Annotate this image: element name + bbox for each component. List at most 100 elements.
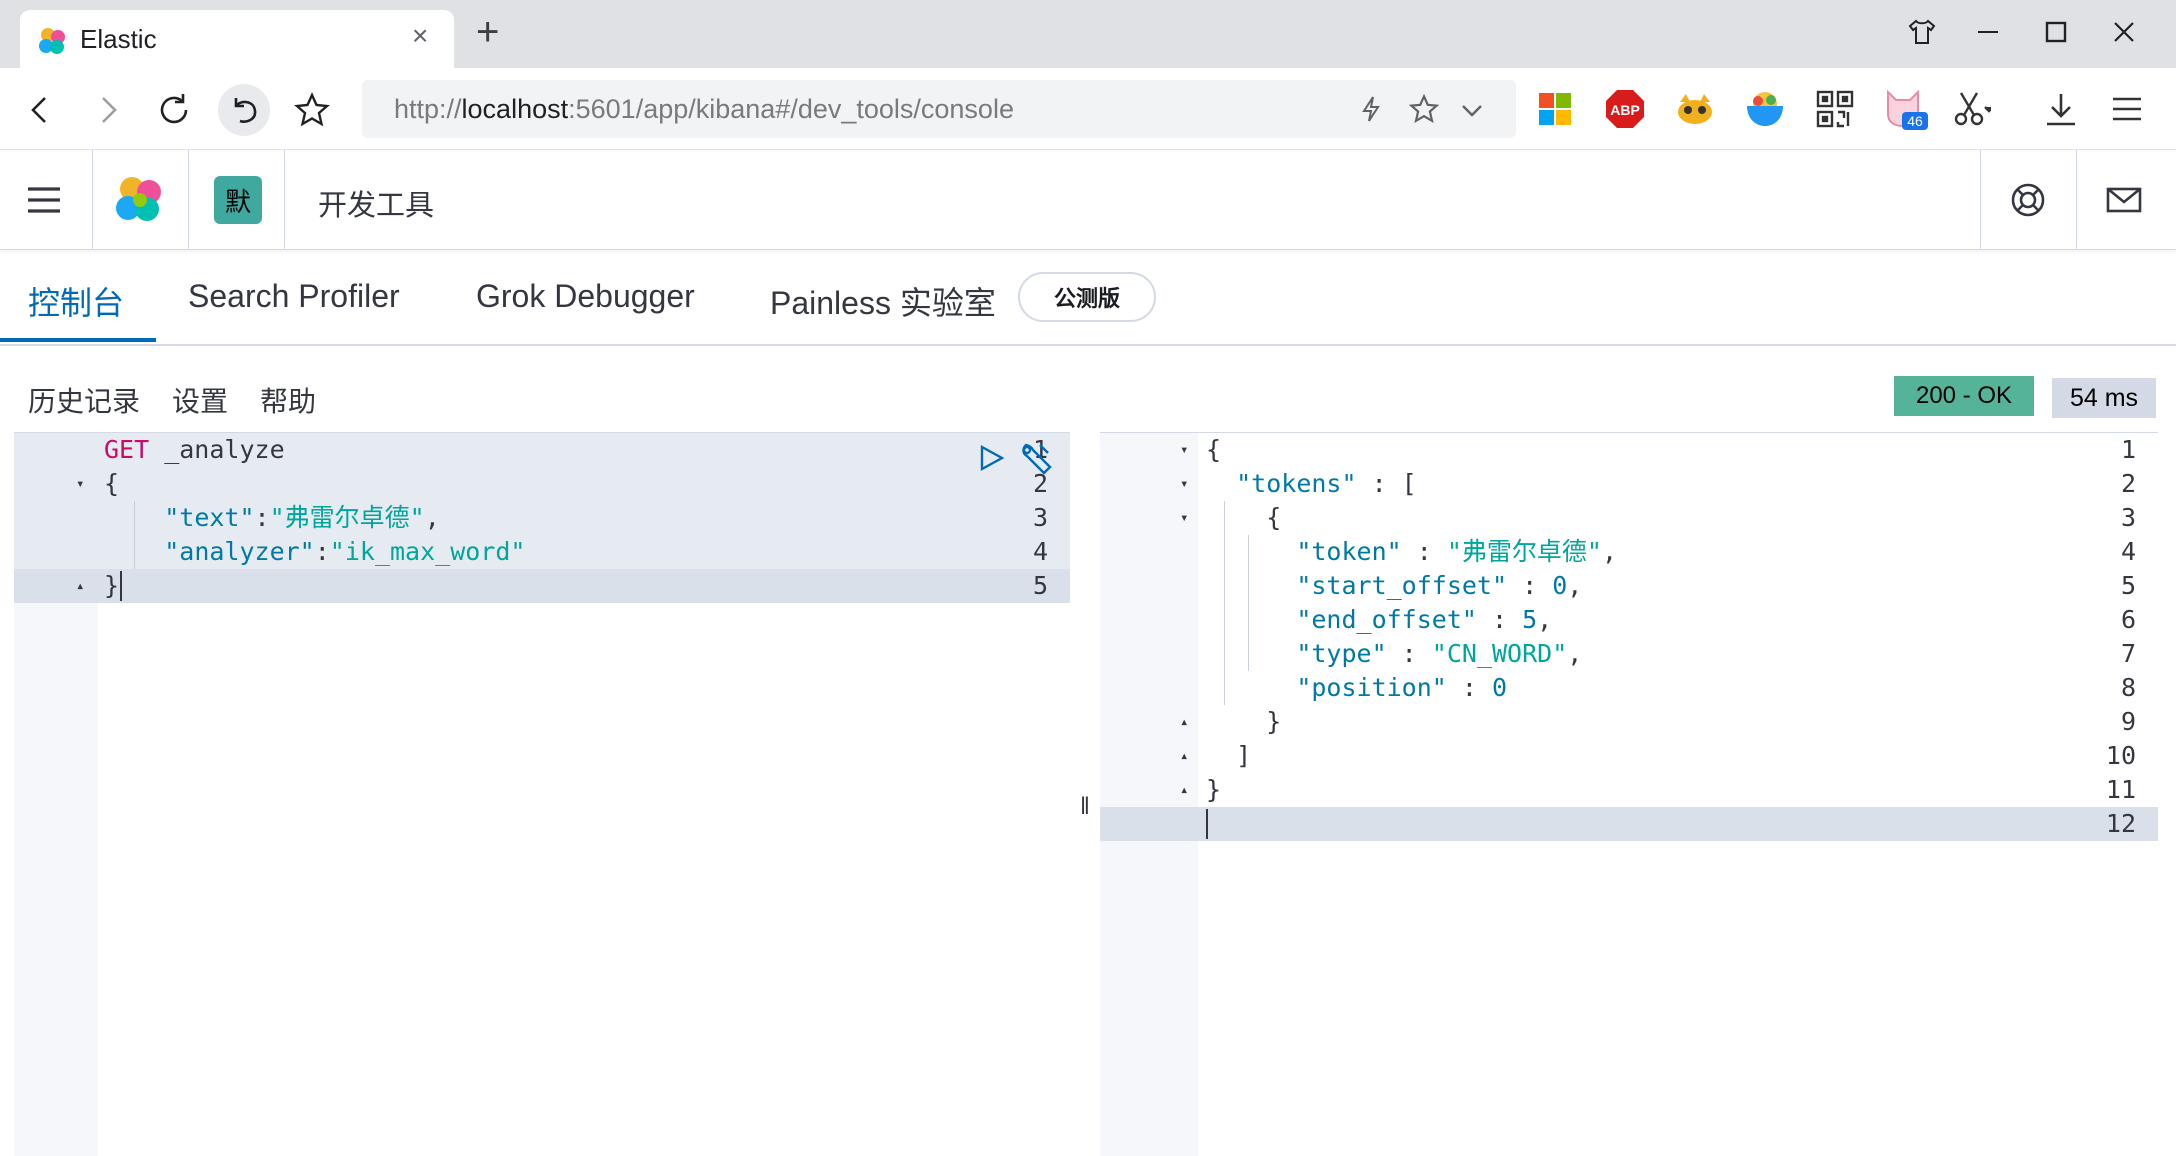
mail-icon[interactable] (2104, 180, 2144, 220)
code-token: 0 (1552, 571, 1568, 600)
code-line[interactable]: 10 ▴ ] (1100, 739, 2158, 773)
hamburger-menu-icon[interactable] (24, 180, 64, 220)
tampermonkey-icon[interactable] (1672, 86, 1718, 132)
history-menu-item[interactable]: 历史记录 (28, 380, 140, 420)
address-bar[interactable]: http://localhost:5601/app/kibana#/dev_to… (362, 80, 1516, 138)
code-token: "text" (164, 503, 255, 532)
code-line[interactable]: 3 ▾ { (1100, 501, 2158, 535)
fold-toggle-icon[interactable]: ▾ (76, 467, 84, 501)
tab-console[interactable]: 控制台 (28, 278, 124, 324)
play-icon[interactable] (976, 443, 1006, 473)
help-icon[interactable] (2008, 180, 2048, 220)
cat-badge-icon[interactable]: 46 (1882, 86, 1928, 132)
line-number: 9 (2120, 707, 2136, 736)
code-token: "end_offset" (1296, 605, 1477, 634)
fold-toggle-icon[interactable]: ▴ (1180, 705, 1188, 739)
scissors-icon[interactable] (1948, 86, 1994, 132)
browser-tab[interactable]: Elastic × (20, 10, 454, 68)
fold-toggle-icon[interactable]: ▴ (76, 569, 84, 603)
request-editor[interactable]: 1 GET _analyze 2 ▾{3 "text":"弗雷尔卓德", 4 "anal… (14, 432, 1070, 1156)
settings-menu-item[interactable]: 设置 (172, 380, 228, 420)
code-line[interactable]: 6 "end_offset" : 5, (1100, 603, 2158, 637)
elastic-logo-icon[interactable] (112, 174, 166, 226)
browser-menu-icon[interactable] (2104, 86, 2150, 132)
fold-toggle-icon[interactable]: ▾ (1180, 433, 1188, 467)
code-line[interactable]: 12 (1100, 807, 2158, 841)
header-divider (284, 150, 285, 250)
url-scheme: http:// (394, 94, 462, 124)
code-text: "type" : "CN_WORD", (1206, 637, 1582, 671)
close-tab-icon[interactable]: × (412, 20, 428, 52)
code-token: , (424, 503, 440, 532)
fold-toggle-icon[interactable]: ▴ (1180, 739, 1188, 773)
wrench-icon[interactable] (1018, 441, 1054, 477)
code-token: { (1206, 503, 1282, 532)
code-line[interactable]: 5 "start_offset" : 0, (1100, 569, 2158, 603)
undo-close-tab-button[interactable] (218, 84, 270, 136)
code-line[interactable]: 5 ▴} (14, 569, 1070, 603)
code-token: , (1567, 639, 1583, 668)
code-token: "position" (1296, 673, 1447, 702)
code-text: "analyzer":"ik_max_word" (104, 535, 525, 569)
code-token: "token" (1296, 537, 1402, 566)
windows-logo-icon[interactable] (1532, 86, 1578, 132)
code-token: } (1206, 707, 1282, 736)
response-editor[interactable]: 1 ▾ {2 ▾ "tokens" : [3 ▾ {4 "token" : "弗雷尔卓德… (1100, 432, 2158, 1156)
code-text: "token" : "弗雷尔卓德", (1206, 535, 1617, 569)
code-token: } (1206, 775, 1222, 804)
code-text: GET _analyze (104, 433, 285, 467)
qr-code-icon[interactable] (1812, 86, 1858, 132)
forward-button[interactable] (86, 88, 130, 132)
fold-toggle-icon[interactable]: ▾ (1180, 467, 1188, 501)
space-avatar[interactable]: 默 (214, 176, 262, 224)
url-text[interactable]: http://localhost:5601/app/kibana#/dev_to… (394, 94, 1014, 125)
help-menu-item[interactable]: 帮助 (260, 380, 316, 420)
code-token: ] (1206, 741, 1252, 770)
code-line[interactable]: 1 GET _analyze (14, 433, 1070, 467)
code-line[interactable]: 2 ▾{ (14, 467, 1070, 501)
fold-toggle-icon[interactable]: ▾ (1180, 501, 1188, 535)
code-line[interactable]: 1 ▾ { (1100, 433, 2158, 467)
favorite-star-icon[interactable] (1408, 93, 1440, 125)
maximize-window-button[interactable] (2034, 12, 2078, 52)
close-window-button[interactable] (2102, 12, 2146, 52)
chevron-down-icon[interactable] (1458, 98, 1486, 122)
tab-grok-debugger[interactable]: Grok Debugger (476, 278, 695, 315)
code-line[interactable]: 8 "position" : 0 (1100, 671, 2158, 705)
line-number: 7 (2120, 639, 2136, 668)
status-badge: 200 - OK (1894, 376, 2034, 416)
code-token: "CN_WORD" (1431, 639, 1568, 668)
download-icon[interactable] (2038, 86, 2084, 132)
line-number: 1 (2120, 435, 2136, 464)
adblock-plus-icon[interactable]: ABP (1602, 86, 1648, 132)
bookmark-star-icon[interactable] (290, 88, 334, 132)
code-line[interactable]: 4 "analyzer":"ik_max_word" (14, 535, 1070, 569)
bowl-icon[interactable] (1742, 86, 1788, 132)
indent-guide (1248, 535, 1249, 671)
new-tab-button[interactable]: + (476, 12, 499, 52)
code-token: _analyze (149, 435, 285, 464)
tab-painless-lab[interactable]: Painless 实验室 (770, 278, 996, 324)
reload-button[interactable] (152, 88, 196, 132)
code-line[interactable]: 4 "token" : "弗雷尔卓德", (1100, 535, 2158, 569)
code-line[interactable]: 9 ▴ } (1100, 705, 2158, 739)
header-divider (2076, 150, 2077, 250)
line-number: 6 (2120, 605, 2136, 634)
minimize-window-button[interactable] (1966, 12, 2010, 52)
line-number: 11 (2105, 775, 2136, 804)
code-token: "start_offset" (1296, 571, 1508, 600)
code-line[interactable]: 3 "text":"弗雷尔卓德", (14, 501, 1070, 535)
shirt-icon[interactable] (1900, 12, 1944, 52)
back-button[interactable] (18, 88, 62, 132)
line-number: 3 (1032, 503, 1048, 532)
fold-toggle-icon[interactable]: ▴ (1180, 773, 1188, 807)
tab-search-profiler[interactable]: Search Profiler (188, 278, 400, 315)
lightning-icon[interactable] (1356, 94, 1386, 124)
code-text: } (104, 569, 119, 603)
code-line[interactable]: 2 ▾ "tokens" : [ (1100, 467, 2158, 501)
code-line[interactable]: 11 ▴} (1100, 773, 2158, 807)
code-line[interactable]: 7 "type" : "CN_WORD", (1100, 637, 2158, 671)
pane-resizer-handle[interactable]: ‖ (1074, 792, 1096, 822)
